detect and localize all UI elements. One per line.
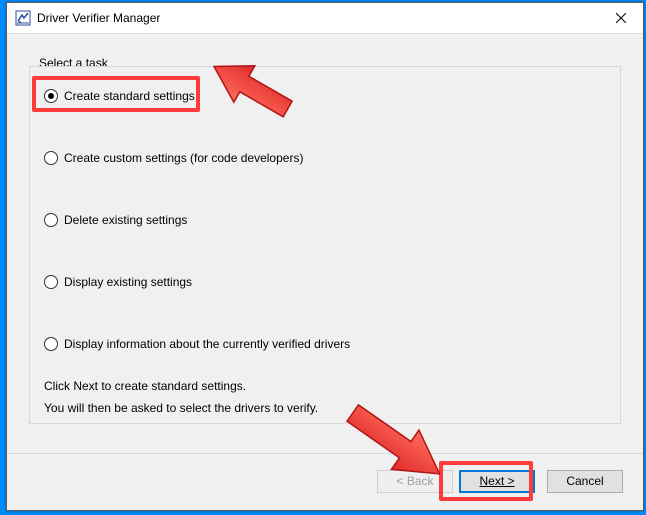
- radio-icon: [44, 213, 58, 227]
- info-text-1: Click Next to create standard settings.: [44, 379, 246, 393]
- titlebar[interactable]: Driver Verifier Manager: [7, 3, 643, 34]
- radio-display-existing[interactable]: Display existing settings: [44, 275, 192, 289]
- radio-create-custom[interactable]: Create custom settings (for code develop…: [44, 151, 303, 165]
- radio-icon: [44, 151, 58, 165]
- radio-icon: [44, 337, 58, 351]
- radio-label: Create standard settings: [64, 89, 195, 103]
- radio-icon: [44, 89, 58, 103]
- close-button[interactable]: [598, 3, 643, 33]
- button-bar: < Back Next > Cancel: [7, 453, 643, 510]
- cancel-button[interactable]: Cancel: [547, 470, 623, 493]
- radio-label: Display existing settings: [64, 275, 192, 289]
- task-panel: Create standard settings Create custom s…: [29, 66, 621, 424]
- radio-delete-existing[interactable]: Delete existing settings: [44, 213, 187, 227]
- info-text-2: You will then be asked to select the dri…: [44, 401, 318, 415]
- radio-label: Delete existing settings: [64, 213, 187, 227]
- radio-create-standard[interactable]: Create standard settings: [44, 89, 195, 103]
- client-area: Select a task Create standard settings C…: [7, 34, 643, 510]
- next-button[interactable]: Next >: [459, 470, 535, 493]
- app-icon: [15, 10, 31, 26]
- radio-display-current[interactable]: Display information about the currently …: [44, 337, 350, 351]
- window-title: Driver Verifier Manager: [37, 11, 160, 25]
- dialog-window: Driver Verifier Manager Select a task Cr…: [6, 2, 644, 511]
- radio-icon: [44, 275, 58, 289]
- close-icon: [616, 13, 626, 23]
- radio-label: Display information about the currently …: [64, 337, 350, 351]
- radio-label: Create custom settings (for code develop…: [64, 151, 303, 165]
- back-button: < Back: [377, 470, 453, 493]
